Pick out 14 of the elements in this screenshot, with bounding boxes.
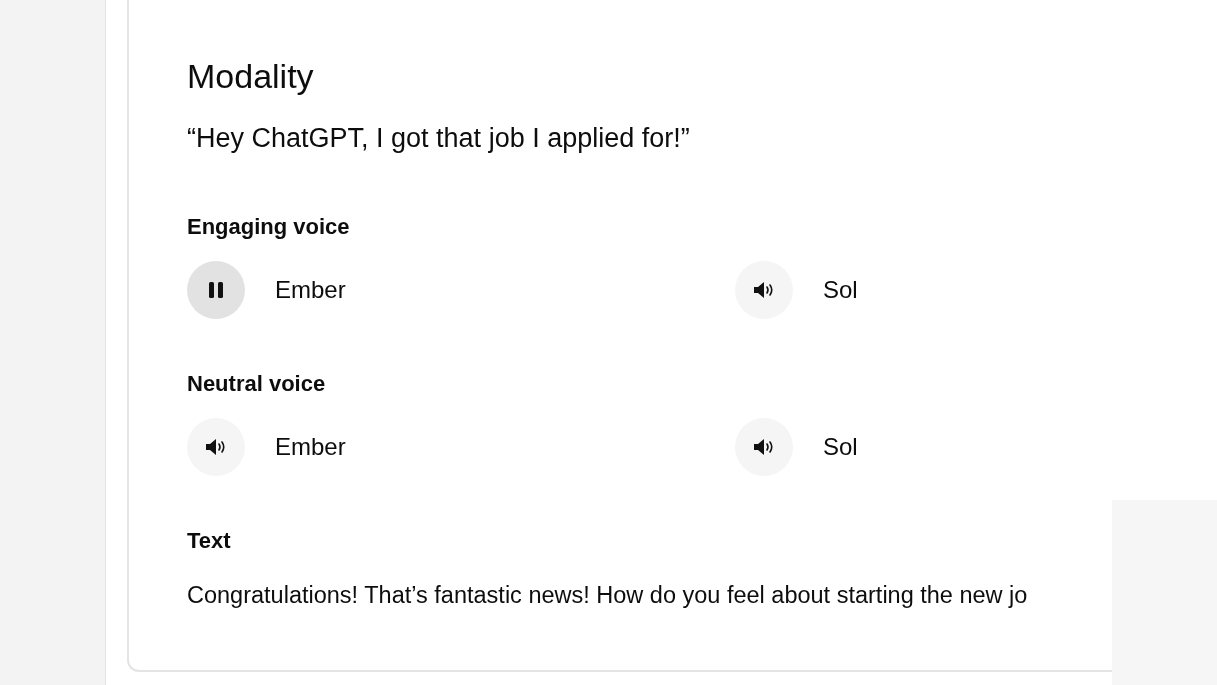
speaker-icon [205,438,227,456]
group-label: Neutral voice [187,370,327,398]
speaker-icon [753,438,775,456]
voice-name: Ember [275,276,346,304]
response-text: Congratulations! That’s fantastic news! How do you feel about starting the new jo [187,581,1029,610]
section-title: Modality [187,56,315,96]
pause-icon [208,281,224,299]
voice-name: Ember [275,433,346,461]
speaker-icon [753,281,775,299]
group-label: Engaging voice [187,213,351,241]
voice-name: Sol [823,276,858,304]
group-label: Text [187,527,232,555]
prompt-text: “Hey ChatGPT, I got that job I applied for!” [187,122,691,155]
voice-name: Sol [823,433,858,461]
